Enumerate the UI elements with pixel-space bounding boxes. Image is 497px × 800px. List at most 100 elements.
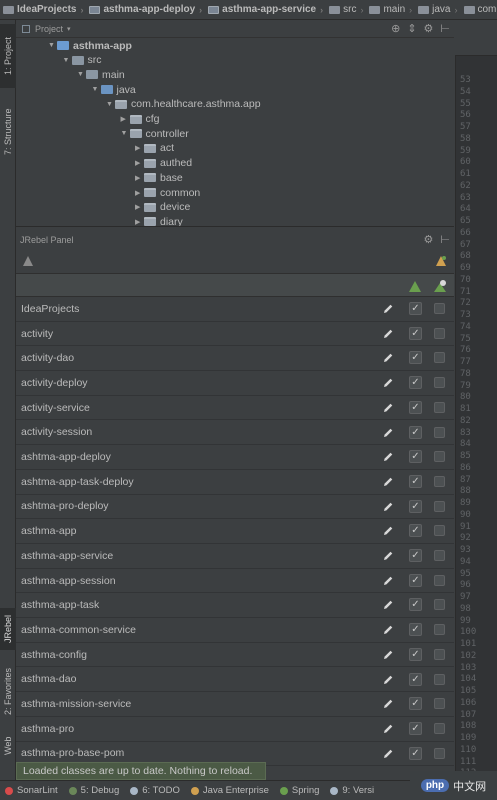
jrebel-enable-column-icon[interactable] [408,279,422,293]
expand-arrow-icon[interactable]: ▼ [48,42,57,49]
remote-server-checkbox[interactable] [434,327,445,339]
pencil-icon[interactable] [382,352,394,364]
tree-node[interactable]: ▶ authed [135,156,192,171]
gear-icon[interactable]: ⚙ [424,22,434,35]
tab-favorites[interactable]: 2: Favorites [0,660,16,722]
pencil-icon[interactable] [382,525,394,537]
pencil-icon[interactable] [382,451,394,463]
gear-icon[interactable]: ⚙ [424,233,434,246]
table-row[interactable]: activity-dao ✓ [16,346,454,372]
expand-arrow-icon[interactable]: ▼ [106,101,115,108]
breadcrumb-item[interactable]: com› [461,4,497,15]
remote-server-checkbox[interactable] [434,352,445,364]
remote-server-checkbox[interactable] [434,377,445,389]
jrebel-enable-checkbox[interactable]: ✓ [409,549,422,562]
table-row[interactable]: ashtma-app-deploy ✓ [16,445,454,470]
pencil-icon[interactable] [382,698,394,710]
pencil-icon[interactable] [382,501,394,513]
jrebel-enable-checkbox[interactable]: ✓ [409,450,422,464]
pencil-icon[interactable] [382,599,394,611]
tree-node[interactable]: ▶ common [135,185,200,200]
table-row[interactable]: asthma-app-service ✓ [16,544,454,569]
table-row[interactable]: asthma-config ✓ [16,643,454,668]
table-row[interactable]: asthma-app-session ✓ [16,569,454,594]
remote-server-checkbox[interactable] [434,599,445,611]
table-row[interactable]: asthma-mission-service ✓ [16,692,454,717]
remote-server-checkbox[interactable] [434,401,445,413]
table-row[interactable]: activity ✓ [16,322,454,347]
tab-structure[interactable]: 7: Structure [0,96,16,168]
jrebel-enable-checkbox[interactable]: ✓ [409,474,422,488]
pencil-icon[interactable] [382,377,394,389]
pencil-icon[interactable] [382,303,394,315]
collapse-arrow-icon[interactable]: ▶ [135,159,144,167]
jrebel-settings-icon[interactable] [434,254,448,268]
remote-server-checkbox[interactable] [434,500,445,512]
jrebel-enable-checkbox[interactable]: ✓ [409,376,422,390]
tool-window-button[interactable]: 6: TODO [125,785,186,796]
table-row[interactable]: ashtma-pro-deploy ✓ [16,495,454,520]
jrebel-enable-checkbox[interactable]: ✓ [409,302,422,315]
jrebel-enable-checkbox[interactable]: ✓ [409,400,422,414]
jrebel-enable-checkbox[interactable]: ✓ [409,524,422,538]
expand-arrow-icon[interactable]: ▼ [92,86,101,93]
remote-server-checkbox[interactable] [434,722,445,734]
jrebel-logo-icon[interactable] [22,255,34,267]
tree-node[interactable]: ▼ asthma-app [48,38,132,53]
jrebel-enable-checkbox[interactable]: ✓ [409,326,422,340]
breadcrumb-item[interactable]: main › [366,4,415,15]
remote-server-checkbox[interactable] [434,648,445,660]
tree-node[interactable]: ▼ src [63,53,102,68]
pencil-icon[interactable] [382,575,394,587]
collapse-all-icon[interactable]: ⇕ [407,22,416,35]
tree-node[interactable]: ▶ diary [135,214,183,226]
table-row[interactable]: asthma-app-task ✓ [16,593,454,619]
tree-node[interactable]: ▼ main [77,67,125,82]
table-row[interactable]: activity-service ✓ [16,396,454,421]
collapse-arrow-icon[interactable]: ▶ [135,203,144,211]
hide-panel-icon[interactable]: ⊢ [440,233,450,246]
table-row[interactable]: IdeaProjects ✓ [16,297,454,322]
jrebel-enable-checkbox[interactable]: ✓ [409,623,422,637]
jrebel-enable-checkbox[interactable]: ✓ [409,746,422,760]
tab-jrebel[interactable]: JRebel [0,608,16,650]
remote-server-checkbox[interactable] [434,698,445,710]
pencil-icon[interactable] [382,402,394,414]
remote-server-checkbox[interactable] [434,574,445,586]
pencil-icon[interactable] [382,649,394,661]
remote-server-checkbox[interactable] [434,426,445,438]
breadcrumb-item[interactable]: asthma-app-service › [205,4,326,15]
tree-node[interactable]: ▶ cfg [121,112,160,127]
pencil-icon[interactable] [382,476,394,488]
remote-server-checkbox[interactable] [434,747,445,759]
jrebel-enable-checkbox[interactable]: ✓ [409,721,422,735]
project-panel-title[interactable]: Project ▾ [22,24,71,34]
pencil-icon[interactable] [382,328,394,340]
remote-server-checkbox[interactable] [434,303,445,314]
pencil-icon[interactable] [382,550,394,562]
breadcrumb-item[interactable]: IdeaProjects › [0,4,86,15]
jrebel-enable-checkbox[interactable]: ✓ [409,697,422,711]
tool-window-button[interactable]: SonarLint [0,785,64,796]
jrebel-enable-checkbox[interactable]: ✓ [409,425,422,439]
tab-project[interactable]: 1: Project [0,24,16,88]
tool-window-button[interactable]: 9: Versi [325,785,380,796]
jrebel-enable-checkbox[interactable]: ✓ [409,573,422,587]
breadcrumb-item[interactable]: java › [415,4,460,15]
jrebel-enable-checkbox[interactable]: ✓ [409,647,422,661]
remote-server-checkbox[interactable] [434,673,445,685]
pencil-icon[interactable] [382,624,394,636]
collapse-arrow-icon[interactable]: ▶ [135,174,144,182]
jrebel-enable-checkbox[interactable]: ✓ [409,499,422,513]
tool-window-button[interactable]: Spring [275,785,325,796]
tool-window-button[interactable]: 5: Debug [64,785,126,796]
expand-arrow-icon[interactable]: ▼ [63,57,72,64]
remote-server-checkbox[interactable] [434,624,445,636]
remote-server-checkbox[interactable] [434,475,445,487]
remote-server-checkbox[interactable] [434,451,445,463]
table-row[interactable]: activity-deploy ✓ [16,371,454,396]
tree-node[interactable]: ▼ controller [121,126,189,141]
table-row[interactable]: asthma-dao ✓ [16,668,454,693]
expand-arrow-icon[interactable]: ▼ [121,130,130,137]
collapse-arrow-icon[interactable]: ▶ [135,144,144,152]
